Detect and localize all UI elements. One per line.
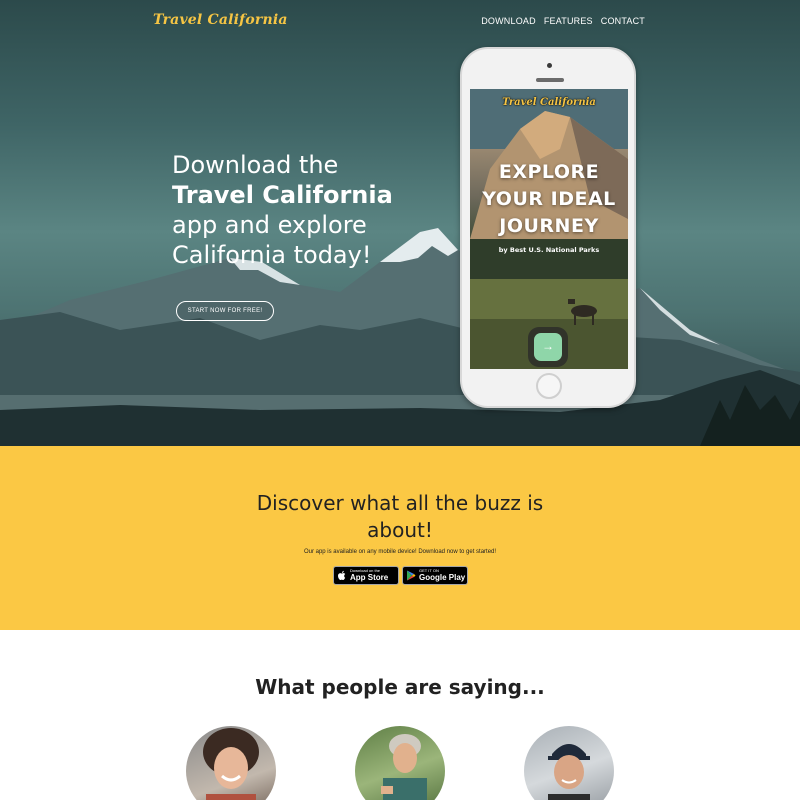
hero-heading-app-name: Travel California: [172, 181, 393, 209]
phone-home-button: [536, 373, 562, 399]
hero-heading-part: Download the: [172, 151, 339, 179]
nav-link-download[interactable]: DOWNLOAD: [481, 16, 536, 26]
phone-camera: [547, 63, 552, 68]
testimonials-section: What people are saying...: [0, 630, 800, 800]
app-store-badge[interactable]: Download on the App Store: [333, 566, 399, 585]
brand-logo[interactable]: Travel California: [153, 12, 288, 28]
phone-screen: Travel California EXPLORE YOUR IDEAL JOU…: [470, 89, 628, 369]
app-screen-title: EXPLORE YOUR IDEAL JOURNEY: [482, 161, 616, 237]
nav-link-contact[interactable]: CONTACT: [601, 16, 645, 26]
hero-heading-part: app and explore California today!: [172, 211, 372, 269]
top-nav: DOWNLOAD FEATURES CONTACT: [481, 16, 645, 26]
hero-section: Travel California DOWNLOAD FEATURES CONT…: [0, 0, 800, 446]
avatar-testimonial-3: [524, 726, 614, 800]
avatar-testimonial-1: [186, 726, 276, 800]
hero-heading: Download the Travel California app and e…: [172, 150, 412, 270]
avatar-testimonial-2: [355, 726, 445, 800]
download-section: Discover what all the buzz is about! Our…: [0, 446, 800, 630]
google-play-big-text: Google Play: [419, 573, 466, 582]
apple-icon: [334, 570, 350, 581]
phone-speaker: [536, 78, 564, 82]
app-brand-logo: Travel California: [502, 97, 596, 108]
app-screen-subtitle: by Best U.S. National Parks: [498, 246, 600, 254]
arrow-right-icon[interactable]: →: [534, 333, 562, 361]
google-play-badge[interactable]: GET IT ON Google Play: [402, 566, 468, 585]
download-subtext: Our app is available on any mobile devic…: [303, 549, 497, 555]
download-heading: Discover what all the buzz is about!: [256, 491, 544, 542]
phone-mockup: Travel California EXPLORE YOUR IDEAL JOU…: [460, 47, 636, 408]
google-play-icon: [403, 570, 419, 581]
nav-link-features[interactable]: FEATURES: [544, 16, 593, 26]
testimonials-heading: What people are saying...: [255, 675, 545, 699]
app-store-big-text: App Store: [350, 573, 389, 582]
start-now-button[interactable]: START NOW FOR FREE!: [176, 301, 274, 321]
app-arrow-button-frame: →: [528, 327, 568, 367]
